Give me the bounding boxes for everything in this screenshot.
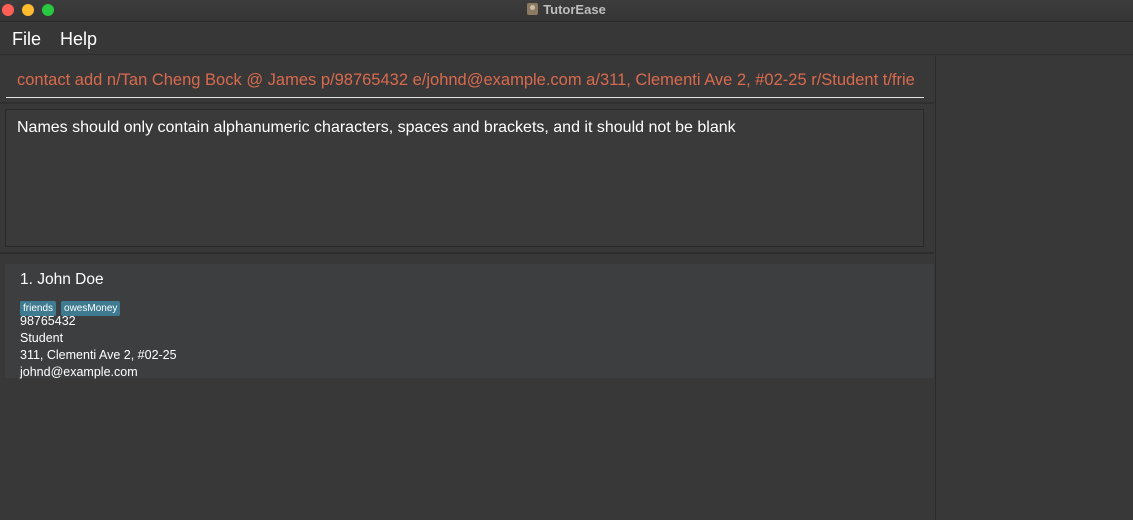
divider (0, 252, 934, 254)
contact-phone: 98765432 (20, 314, 76, 328)
menu-help[interactable]: Help (60, 29, 97, 50)
main-pane: Names should only contain alphanumeric c… (0, 56, 934, 520)
menu-file[interactable]: File (12, 29, 41, 50)
window-title-text: TutorEase (543, 2, 606, 17)
contact-list: 1. John Doe friends owesMoney 98765432 St… (0, 255, 934, 520)
contact-email: johnd@example.com (20, 365, 138, 379)
contact-address: 311, Clementi Ave 2, #02-25 (20, 348, 177, 362)
menu-bar: File Help (0, 23, 1133, 55)
contact-name: 1. John Doe (20, 271, 104, 288)
contact-card[interactable]: 1. John Doe friends owesMoney 98765432 St… (5, 264, 934, 379)
divider (0, 102, 934, 104)
window-title: TutorEase (0, 2, 1133, 17)
side-panel (935, 56, 1133, 520)
contact-tags: friends owesMoney (20, 298, 125, 316)
result-message: Names should only contain alphanumeric c… (17, 119, 736, 136)
title-bar: TutorEase (0, 0, 1133, 22)
app-icon (527, 3, 539, 15)
contact-role: Student (20, 331, 64, 345)
result-display: Names should only contain alphanumeric c… (5, 109, 924, 247)
command-input[interactable] (6, 64, 924, 96)
command-box (6, 64, 924, 98)
